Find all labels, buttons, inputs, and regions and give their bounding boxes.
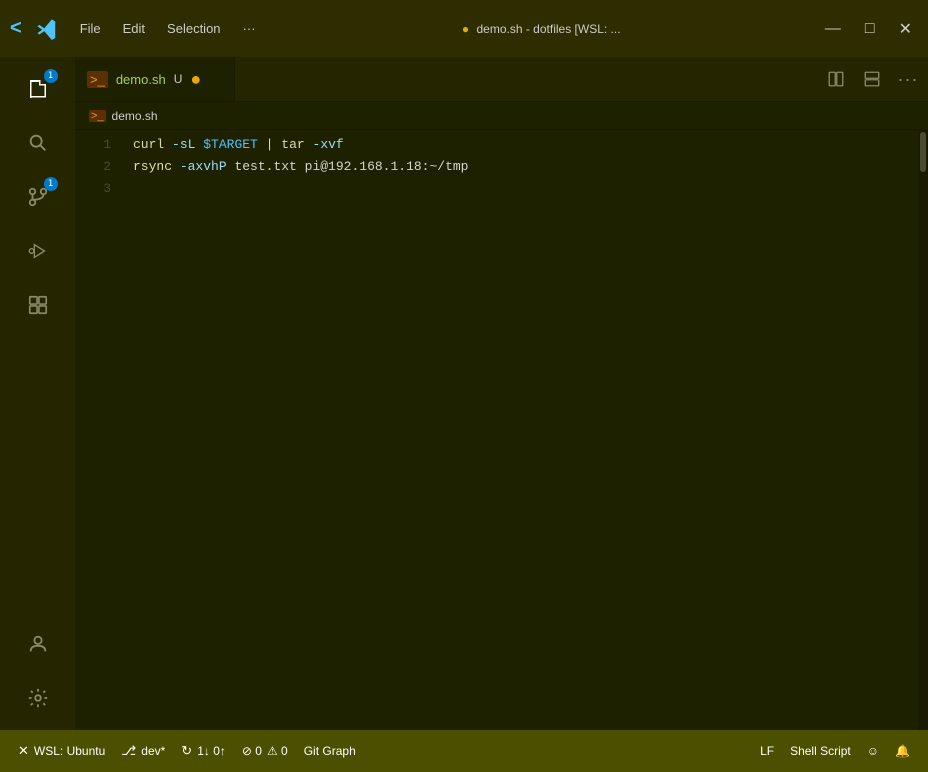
problems-status[interactable]: ⊘ 0 ⚠ 0 xyxy=(234,730,296,772)
line-number-1: 1 xyxy=(75,134,125,156)
window-title: demo.sh - dotfiles [WSL: ... xyxy=(476,22,620,36)
warning-icon: ⚠ 0 xyxy=(267,744,288,758)
line-number-3: 3 xyxy=(75,178,125,200)
file-tab-badge: U xyxy=(174,72,183,86)
editor-more-button[interactable]: ··· xyxy=(892,63,924,95)
editor-area: >_ demo.sh U ● ··· >_ demo.sh xyxy=(75,57,928,730)
language-status[interactable]: Shell Script xyxy=(782,730,859,772)
notifications-icon[interactable]: 🔔 xyxy=(887,730,918,772)
file-tab-icon: >_ xyxy=(87,71,108,88)
breadcrumb-filename[interactable]: demo.sh xyxy=(112,109,158,123)
account-icon[interactable] xyxy=(14,620,62,668)
breadcrumb-file-icon: >_ xyxy=(89,110,106,122)
branch-status[interactable]: ⎇ dev* xyxy=(113,730,173,772)
menu-edit[interactable]: Edit xyxy=(115,17,153,40)
close-button[interactable]: ✕ xyxy=(893,17,918,41)
title-bar: < File Edit Selection ··· ● demo.sh - do… xyxy=(0,0,928,57)
activity-bar: 1 1 xyxy=(0,57,75,730)
breadcrumb: >_ demo.sh xyxy=(75,102,928,130)
wsl-label: WSL: Ubuntu xyxy=(34,744,105,758)
line-number-2: 2 xyxy=(75,156,125,178)
smiley-icon: ☺ xyxy=(867,744,879,758)
code-line-3 xyxy=(125,178,918,200)
menu-selection[interactable]: Selection xyxy=(159,17,228,40)
editor-layout-button[interactable] xyxy=(856,63,888,95)
source-control-icon[interactable]: 1 xyxy=(14,173,62,221)
wsl-icon: ✕ xyxy=(18,743,29,759)
menu-more[interactable]: ··· xyxy=(235,17,264,40)
sync-status[interactable]: ↻ 1↓ 0↑ xyxy=(173,730,234,772)
code-editor[interactable]: 1 2 3 curl -sL $TARGET | tar -xvf rsync … xyxy=(75,130,928,730)
split-editor-button[interactable] xyxy=(820,63,852,95)
scrollbar-thumb xyxy=(920,132,926,172)
feedback-icon[interactable]: ☺ xyxy=(859,730,887,772)
vscode-logo-icon xyxy=(36,18,58,40)
tab-bar: >_ demo.sh U ● ··· xyxy=(75,57,928,102)
file-tab-modified-dot: ● xyxy=(190,70,201,88)
branch-icon: ⎇ xyxy=(121,743,136,759)
eol-label: LF xyxy=(760,744,774,758)
bell-icon: 🔔 xyxy=(895,744,910,758)
line-numbers: 1 2 3 xyxy=(75,130,125,730)
sync-label: 1↓ 0↑ xyxy=(197,744,226,758)
maximize-button[interactable]: □ xyxy=(859,18,881,40)
menu-file[interactable]: File xyxy=(72,17,109,40)
git-graph-status[interactable]: Git Graph xyxy=(296,730,364,772)
branch-label: dev* xyxy=(141,744,165,758)
vertical-scrollbar[interactable] xyxy=(918,130,928,730)
file-tab-name: demo.sh xyxy=(116,72,166,87)
vscode-logo: < xyxy=(10,17,22,40)
search-icon[interactable] xyxy=(14,119,62,167)
code-line-2: rsync -axvhP test.txt pi@192.168.1.18:~/… xyxy=(125,156,918,178)
editor-tab[interactable]: >_ demo.sh U ● xyxy=(75,57,235,101)
wsl-status[interactable]: ✕ WSL: Ubuntu xyxy=(10,730,113,772)
extensions-icon[interactable] xyxy=(14,281,62,329)
language-label: Shell Script xyxy=(790,744,851,758)
settings-icon[interactable] xyxy=(14,674,62,722)
error-icon: ⊘ 0 xyxy=(242,744,262,758)
sync-icon: ↻ xyxy=(181,743,192,759)
explorer-icon[interactable]: 1 xyxy=(14,65,62,113)
eol-status[interactable]: LF xyxy=(752,730,782,772)
code-line-1: curl -sL $TARGET | tar -xvf xyxy=(125,134,918,156)
title-dot: ● xyxy=(462,22,469,36)
status-bar: ✕ WSL: Ubuntu ⎇ dev* ↻ 1↓ 0↑ ⊘ 0 ⚠ 0 Git… xyxy=(0,730,928,772)
code-content[interactable]: curl -sL $TARGET | tar -xvf rsync -axvhP… xyxy=(125,130,918,730)
run-debug-icon[interactable] xyxy=(14,227,62,275)
git-graph-label: Git Graph xyxy=(304,744,356,758)
minimize-button[interactable]: — xyxy=(819,18,847,40)
